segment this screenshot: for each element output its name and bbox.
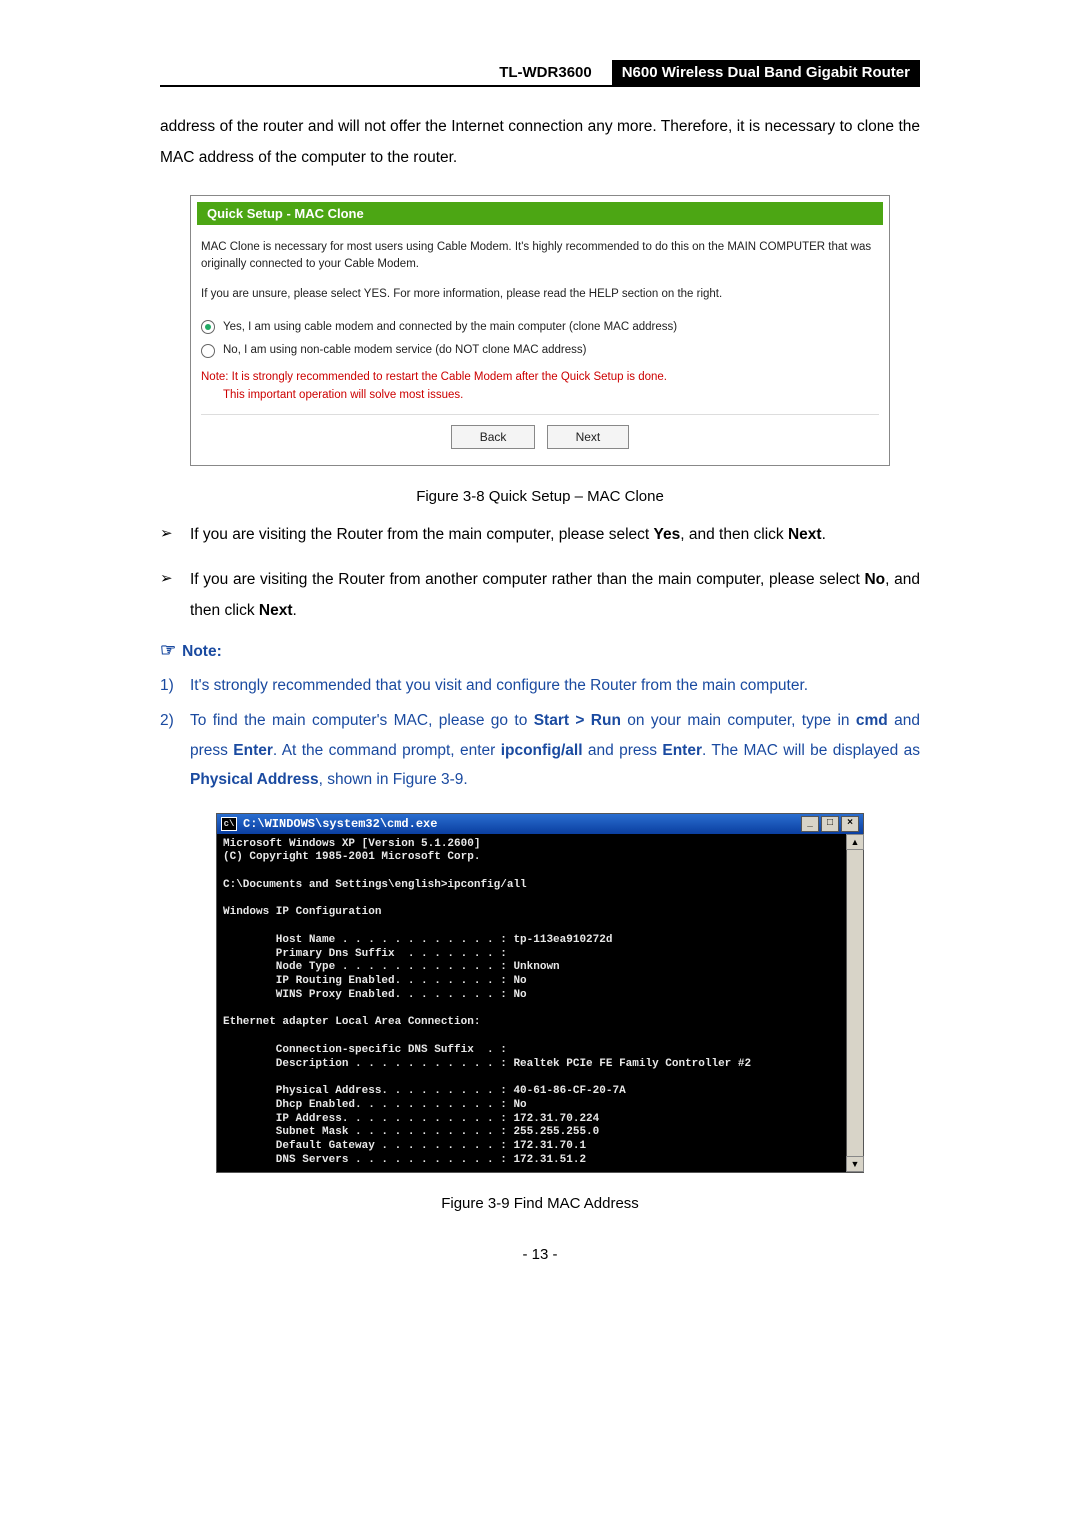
mac-clone-desc-1: MAC Clone is necessary for most users us… [201,239,879,274]
mac-clone-desc-2: If you are unsure, please select YES. Fo… [201,286,879,303]
model-number: TL-WDR3600 [491,61,600,84]
note-item-2: To find the main computer's MAC, please … [190,706,920,794]
scroll-down-icon[interactable]: ▼ [846,1156,864,1172]
cmd-window: c\ C:\WINDOWS\system32\cmd.exe _ □ × Mic… [216,813,864,1173]
cmd-title: C:\WINDOWS\system32\cmd.exe [243,817,437,831]
close-button[interactable]: × [841,816,859,832]
note-heading: ☞Note: [160,640,920,661]
bullet-2: If you are visiting the Router from anot… [190,564,920,626]
scroll-up-icon[interactable]: ▲ [846,834,864,850]
cmd-scrollbar[interactable]: ▲ ▼ [846,834,863,1172]
back-button[interactable]: Back [451,425,536,449]
radio-yes-row[interactable]: Yes, I am using cable modem and connecte… [201,319,879,336]
figure-mac-clone: Quick Setup - MAC Clone MAC Clone is nec… [190,195,890,466]
radio-no[interactable] [201,344,215,358]
bullet-1: If you are visiting the Router from the … [190,519,920,550]
cmd-icon: c\ [221,817,237,831]
radio-no-label: No, I am using non-cable modem service (… [223,342,586,359]
minimize-button[interactable]: _ [801,816,819,832]
maximize-button[interactable]: □ [821,816,839,832]
figure-title: Quick Setup - MAC Clone [197,202,883,225]
page-header: TL-WDR3600 N600 Wireless Dual Band Gigab… [160,60,920,87]
note-index-1: 1) [160,671,190,700]
figure-3-9-caption: Figure 3-9 Find MAC Address [160,1195,920,1212]
pointer-icon: ☞ [160,640,176,660]
restart-note: Note: It is strongly recommended to rest… [201,369,879,404]
radio-yes[interactable] [201,320,215,334]
next-button[interactable]: Next [547,425,630,449]
note-index-2: 2) [160,706,190,794]
restart-note-line2: This important operation will solve most… [201,387,879,404]
note-item-1: It's strongly recommended that you visit… [190,671,920,700]
intro-paragraph: address of the router and will not offer… [160,111,920,173]
bullet-icon: ➢ [160,564,190,626]
radio-yes-label: Yes, I am using cable modem and connecte… [223,319,677,336]
radio-no-row[interactable]: No, I am using non-cable modem service (… [201,342,879,359]
restart-note-line1: Note: It is strongly recommended to rest… [201,371,667,383]
figure-3-8-caption: Figure 3-8 Quick Setup – MAC Clone [160,488,920,505]
cmd-titlebar: c\ C:\WINDOWS\system32\cmd.exe _ □ × [217,814,863,834]
model-description: N600 Wireless Dual Band Gigabit Router [612,60,920,85]
cmd-output: Microsoft Windows XP [Version 5.1.2600] … [217,834,846,1172]
page-number: - 13 - [160,1246,920,1263]
bullet-icon: ➢ [160,519,190,550]
